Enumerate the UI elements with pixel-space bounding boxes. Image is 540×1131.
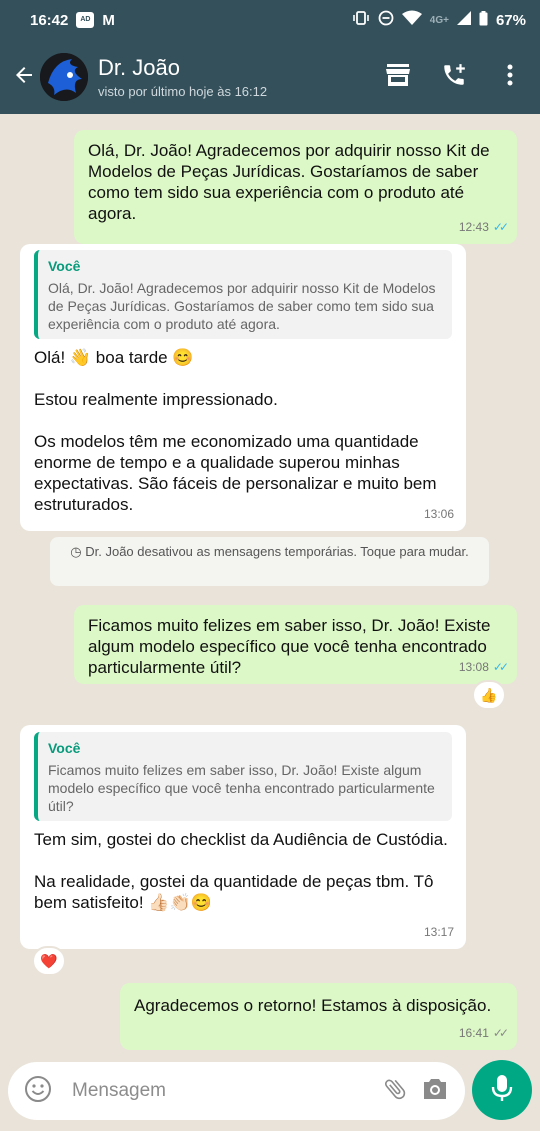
emoji-icon <box>24 1075 52 1108</box>
message-time: 16:41 <box>458 1026 489 1040</box>
contact-name: Dr. João <box>98 55 180 80</box>
message-incoming[interactable]: Você Olá, Dr. João! Agradecemos por adqu… <box>20 244 466 531</box>
timer-icon: ◷ <box>70 544 82 559</box>
quoted-message[interactable]: Você Olá, Dr. João! Agradecemos por adqu… <box>34 250 452 339</box>
battery-percentage: 67% <box>495 11 526 29</box>
message-time: 12:43 <box>458 220 489 234</box>
contact-info[interactable]: Dr. João visto por último hoje às 16:12 <box>98 55 370 99</box>
message-text: Olá! 👋 boa tarde 😊 Estou realmente impre… <box>34 348 437 514</box>
attach-button[interactable] <box>375 1071 415 1111</box>
message-outgoing[interactable]: Ficamos muito felizes em saber isso, Dr.… <box>74 605 517 684</box>
camera-button[interactable] <box>415 1071 455 1111</box>
message-time: 13:17 <box>423 925 454 939</box>
add-call-button[interactable] <box>426 49 482 105</box>
message-meta: 12:43 ✓✓ <box>458 217 509 238</box>
attach-icon <box>382 1076 408 1107</box>
message-text: Tem sim, gostei do checklist da Audiênci… <box>34 830 448 912</box>
wifi-icon <box>401 10 422 30</box>
system-message-text: Dr. João desativou as mensagens temporár… <box>85 544 469 559</box>
network-type: 4G+ <box>429 14 449 26</box>
message-reaction[interactable]: 👍 <box>472 680 506 710</box>
system-message-disappearing[interactable]: ◷ Dr. João desativou as mensagens tempor… <box>50 537 489 586</box>
voice-message-button[interactable] <box>472 1060 532 1120</box>
message-text: Agradecemos o retorno! Estamos à disposi… <box>134 996 492 1015</box>
message-text: Ficamos muito felizes em saber isso, Dr.… <box>88 616 496 677</box>
message-reaction[interactable]: ❤️ <box>32 946 66 976</box>
message-input[interactable] <box>72 1080 375 1102</box>
read-receipt-icon: ✓✓ <box>492 220 509 234</box>
catalog-button[interactable] <box>370 49 426 105</box>
store-icon <box>385 63 411 92</box>
message-meta: 13:06 <box>424 504 454 525</box>
quote-text: Ficamos muito felizes em saber isso, Dr.… <box>48 762 435 814</box>
message-meta: 13:08 ✓✓ <box>458 657 509 678</box>
quote-author: Você <box>48 740 81 756</box>
dnd-icon <box>378 10 394 30</box>
chat-header: Dr. João visto por último hoje às 16:12 <box>0 40 540 114</box>
quote-text: Olá, Dr. João! Agradecemos por adquirir … <box>48 280 436 332</box>
reaction-emoji: 👍 <box>480 686 498 703</box>
battery-icon <box>479 10 488 30</box>
read-receipt-icon: ✓✓ <box>492 660 509 674</box>
back-arrow-icon <box>12 63 36 92</box>
more-options-button[interactable] <box>482 49 538 105</box>
message-meta: 16:41 ✓✓ <box>458 1023 509 1044</box>
vibrate-icon <box>352 10 370 30</box>
message-time: 13:06 <box>423 507 454 521</box>
message-time: 13:08 <box>458 660 489 674</box>
status-time: 16:42 <box>30 11 69 29</box>
chat-area[interactable]: Olá, Dr. João! Agradecemos por adquirir … <box>0 114 540 1054</box>
status-bar: 16:42 AD M 4G+ 67% <box>0 0 540 40</box>
message-outgoing[interactable]: Agradecemos o retorno! Estamos à disposi… <box>120 983 517 1050</box>
message-outgoing[interactable]: Olá, Dr. João! Agradecemos por adquirir … <box>74 130 517 244</box>
quoted-message[interactable]: Você Ficamos muito felizes em saber isso… <box>34 732 452 821</box>
more-vert-icon <box>507 64 513 91</box>
gmail-icon: M <box>102 11 115 29</box>
message-meta: 13:17 <box>424 922 454 943</box>
contact-last-seen: visto por último hoje às 16:12 <box>98 84 268 99</box>
emoji-button[interactable] <box>18 1071 58 1111</box>
reaction-emoji: ❤️ <box>40 952 58 969</box>
message-incoming[interactable]: Você Ficamos muito felizes em saber isso… <box>20 725 466 949</box>
back-button[interactable] <box>8 57 40 97</box>
camera-icon <box>422 1077 448 1106</box>
add-call-icon <box>441 62 467 93</box>
ad-notification-icon: AD <box>76 12 95 28</box>
message-text: Olá, Dr. João! Agradecemos por adquirir … <box>88 141 495 223</box>
signal-icon <box>456 11 471 29</box>
delivered-receipt-icon: ✓✓ <box>492 1026 509 1040</box>
message-composer <box>8 1062 465 1120</box>
avatar[interactable] <box>40 53 88 101</box>
quote-author: Você <box>48 258 81 274</box>
mic-icon <box>491 1074 513 1107</box>
